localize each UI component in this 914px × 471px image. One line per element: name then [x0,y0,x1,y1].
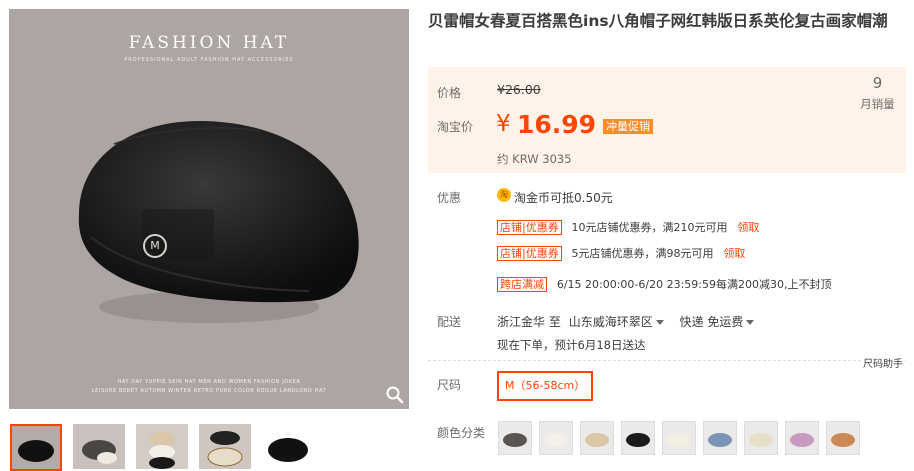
color-swatch[interactable] [498,421,532,455]
promo-label: 优惠 [437,191,462,205]
thumbnail-4[interactable] [199,424,251,469]
beret-illustration [78,121,359,323]
color-swatch[interactable] [826,421,860,455]
monthly-sales-count: 9 [872,74,883,92]
monthly-sales-label: 月销量 [860,97,895,111]
color-swatch[interactable] [785,421,819,455]
delivery-route: 浙江金华 至 山东威海环翠区 快递 免运费 [497,313,755,330]
coupon-row-1: 店铺|优惠券 10元店铺优惠券，满210元可用 领取 [497,219,759,235]
magnifier-icon[interactable] [385,385,405,405]
main-product-image[interactable]: FASHION HAT PROFESSIONAL ADULT FASHION H… [9,9,409,409]
taobao-price-label: 淘宝价 [437,120,474,134]
size-helper-link[interactable]: 尺码助手 [861,355,905,370]
size-option-m[interactable]: M（56-58cm） [497,371,594,401]
cross-store-tag: 跨店满减 [497,277,547,292]
color-swatch[interactable] [744,421,778,455]
thumbnail-5[interactable] [262,424,314,469]
current-price: 16.99 [517,110,597,139]
taobao-coin-icon: 淘 [497,188,511,202]
coupon-row-2: 店铺|优惠券 5元店铺优惠券，满98元可用 领取 [497,245,745,261]
thumbnail-1[interactable] [10,424,62,471]
color-swatch[interactable] [662,421,696,455]
ship-from: 浙江金华 [497,315,546,329]
color-swatch[interactable] [580,421,614,455]
currency-symbol: ¥ [496,111,511,137]
thumbnail-2[interactable] [73,424,125,469]
coupon-text: 10元店铺优惠券，满210元可用 [571,221,728,234]
claim-coupon-link[interactable]: 领取 [723,247,745,260]
delivery-label: 配送 [437,315,462,329]
to-word: 至 [548,315,561,329]
m-emblem: M [143,234,167,258]
color-swatch[interactable] [621,421,655,455]
shop-coupon-tag: 店铺|优惠券 [497,246,562,261]
coupon-text: 5元店铺优惠券，满98元可用 [571,247,714,260]
price-label: 价格 [437,86,462,100]
cross-store-text: 6/15 20:00:00-6/20 23:59:59每满200减30,上不封顶 [556,278,832,291]
product-title: 贝雷帽女春夏百搭黑色ins八角帽子网红韩版日系英伦复古画家帽潮 [428,12,888,30]
coin-deduction-text: 淘金币可抵0.50元 [514,191,613,205]
shop-coupon-tag: 店铺|优惠券 [497,220,562,235]
promo-badge: 冲量促销 [603,119,653,134]
approx-price: 约 KRW 3035 [497,152,572,166]
original-price: ¥26.00 [497,82,541,97]
shipping-method-selector[interactable]: 快递 免运费 [680,315,755,329]
size-label: 尺码 [437,378,462,392]
color-swatch[interactable] [703,421,737,455]
chevron-down-icon [746,320,755,325]
color-label: 颜色分类 [437,426,486,440]
chevron-down-icon [655,320,664,325]
cross-store-row: 跨店满减 6/15 20:00:00-6/20 23:59:59每满200减30… [497,276,832,292]
thumbnail-3[interactable] [136,424,188,469]
delivery-estimate: 现在下单，预计6月18日送达 [497,338,646,352]
image-caption-line1: HAT DAY YUPPIE SKIN HAT MEN AND WOMEN FA… [117,379,301,385]
divider [428,360,906,361]
destination-selector[interactable]: 山东威海环翠区 [569,315,664,329]
claim-coupon-link[interactable]: 领取 [737,221,759,234]
color-swatch[interactable] [539,421,573,455]
image-caption-line2: LEISURE BERET AUTUMN WINTER RETRO PURE C… [91,388,327,394]
